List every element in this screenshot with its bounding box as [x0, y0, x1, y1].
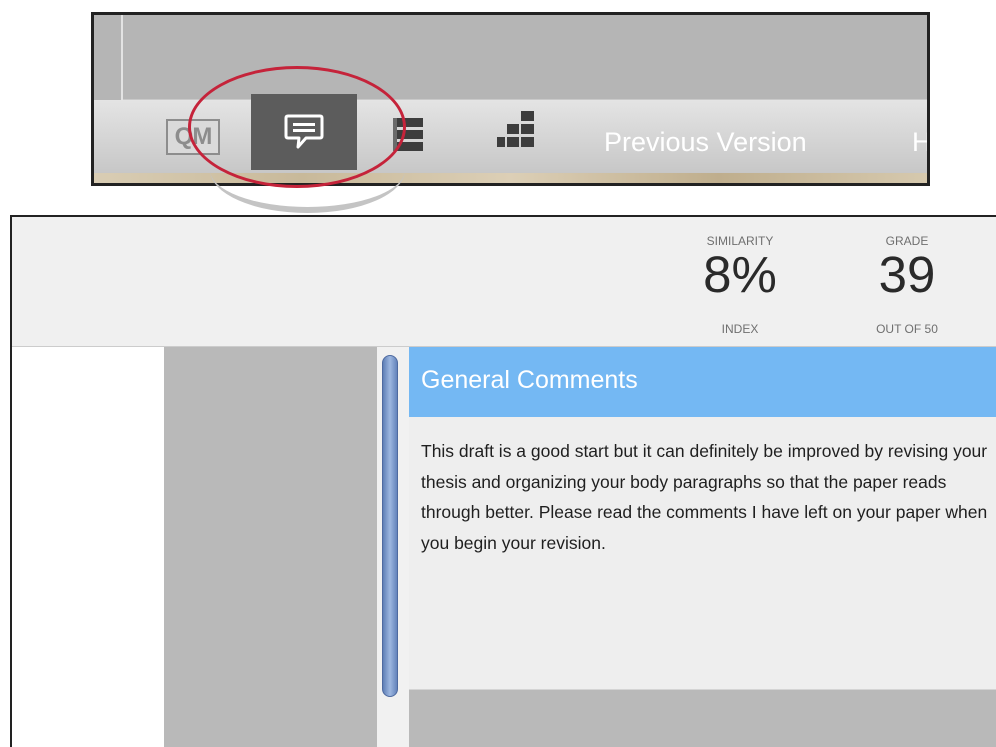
grading-view-screenshot: SIMILARITY 8% INDEX GRADE 39 OUT OF 50 G…	[10, 215, 996, 747]
comments-header: General Comments	[409, 347, 996, 417]
comments-panel: General Comments This draft is a good st…	[409, 347, 996, 747]
comments-body[interactable]: This draft is a good start but it can de…	[409, 417, 996, 690]
grade-value: 39	[878, 246, 936, 303]
comments-title: General Comments	[421, 366, 638, 394]
grade-sub: OUT OF 50	[876, 322, 938, 336]
highlight-circle	[188, 66, 406, 188]
scrollbar[interactable]	[377, 347, 410, 747]
comments-empty-area	[409, 690, 996, 747]
previous-version-link[interactable]: Previous Version	[604, 127, 807, 158]
similarity-sub: INDEX	[721, 322, 759, 336]
scroll-thumb[interactable]	[382, 355, 398, 697]
similarity-value: 8%	[703, 246, 777, 303]
document-area	[164, 347, 377, 747]
grading-grid-button[interactable]	[497, 109, 537, 151]
general-comment-text: This draft is a good start but it can de…	[421, 441, 988, 553]
grid-icon	[497, 111, 534, 147]
left-margin	[12, 347, 164, 747]
score-header: SIMILARITY 8% INDEX GRADE 39 OUT OF 50	[12, 217, 996, 347]
truncated-link[interactable]: H	[912, 127, 927, 158]
